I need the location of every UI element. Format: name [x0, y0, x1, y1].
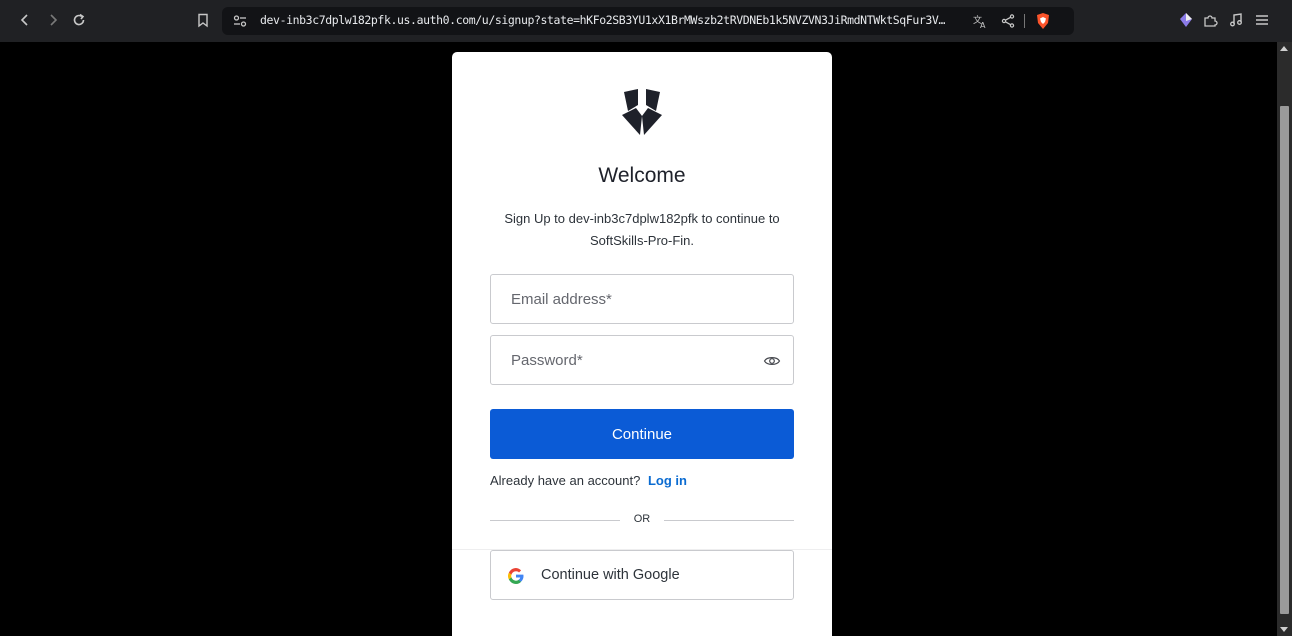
signup-subtitle: Sign Up to dev-inb3c7dplw182pfk to conti… — [504, 211, 780, 248]
media-icon[interactable] — [1226, 10, 1246, 30]
continue-with-google-button[interactable]: Continue with Google — [490, 550, 794, 600]
scroll-down-arrow[interactable] — [1280, 627, 1288, 632]
login-prompt: Already have an account? Log in — [490, 473, 687, 488]
svg-text:A: A — [980, 21, 986, 29]
url-text: dev-inb3c7dplw182pfk.us.auth0.com/u/sign… — [260, 13, 945, 27]
google-button-label: Continue with Google — [541, 567, 680, 583]
page-scrollbar[interactable] — [1277, 42, 1292, 636]
shield-logo-icon — [618, 88, 666, 140]
page-title: Welcome — [598, 164, 686, 187]
back-icon[interactable] — [14, 9, 36, 31]
eye-icon[interactable] — [763, 352, 781, 370]
or-separator: OR — [490, 512, 794, 528]
email-field[interactable] — [490, 274, 794, 324]
brave-shields-icon[interactable] — [1034, 12, 1052, 30]
bookmark-icon[interactable] — [192, 9, 214, 31]
email-input[interactable] — [491, 275, 741, 323]
wallet-icon[interactable] — [1176, 10, 1196, 30]
browser-toolbar: dev-inb3c7dplw182pfk.us.auth0.com/u/sign… — [0, 0, 1292, 42]
toolbar-separator — [1024, 14, 1025, 28]
scroll-up-arrow[interactable] — [1280, 46, 1288, 51]
or-text: OR — [633, 513, 651, 525]
translate-icon[interactable]: 文A — [972, 13, 988, 30]
menu-icon[interactable] — [1252, 10, 1272, 30]
login-link[interactable]: Log in — [648, 473, 687, 488]
scroll-thumb[interactable] — [1280, 106, 1289, 614]
share-icon[interactable] — [1000, 13, 1016, 29]
continue-button[interactable]: Continue — [490, 409, 794, 459]
already-text: Already have an account? — [490, 473, 641, 488]
forward-icon[interactable] — [42, 9, 64, 31]
address-bar[interactable]: dev-inb3c7dplw182pfk.us.auth0.com/u/sign… — [222, 7, 1074, 35]
reload-icon[interactable] — [68, 9, 90, 31]
password-input[interactable] — [491, 336, 741, 384]
signup-card: Welcome Sign Up to dev-inb3c7dplw182pfk … — [452, 52, 832, 636]
or-line-right — [664, 520, 794, 521]
google-icon — [507, 567, 525, 585]
extensions-icon[interactable] — [1200, 10, 1220, 30]
password-field[interactable] — [490, 335, 794, 385]
site-settings-icon[interactable] — [232, 13, 248, 29]
